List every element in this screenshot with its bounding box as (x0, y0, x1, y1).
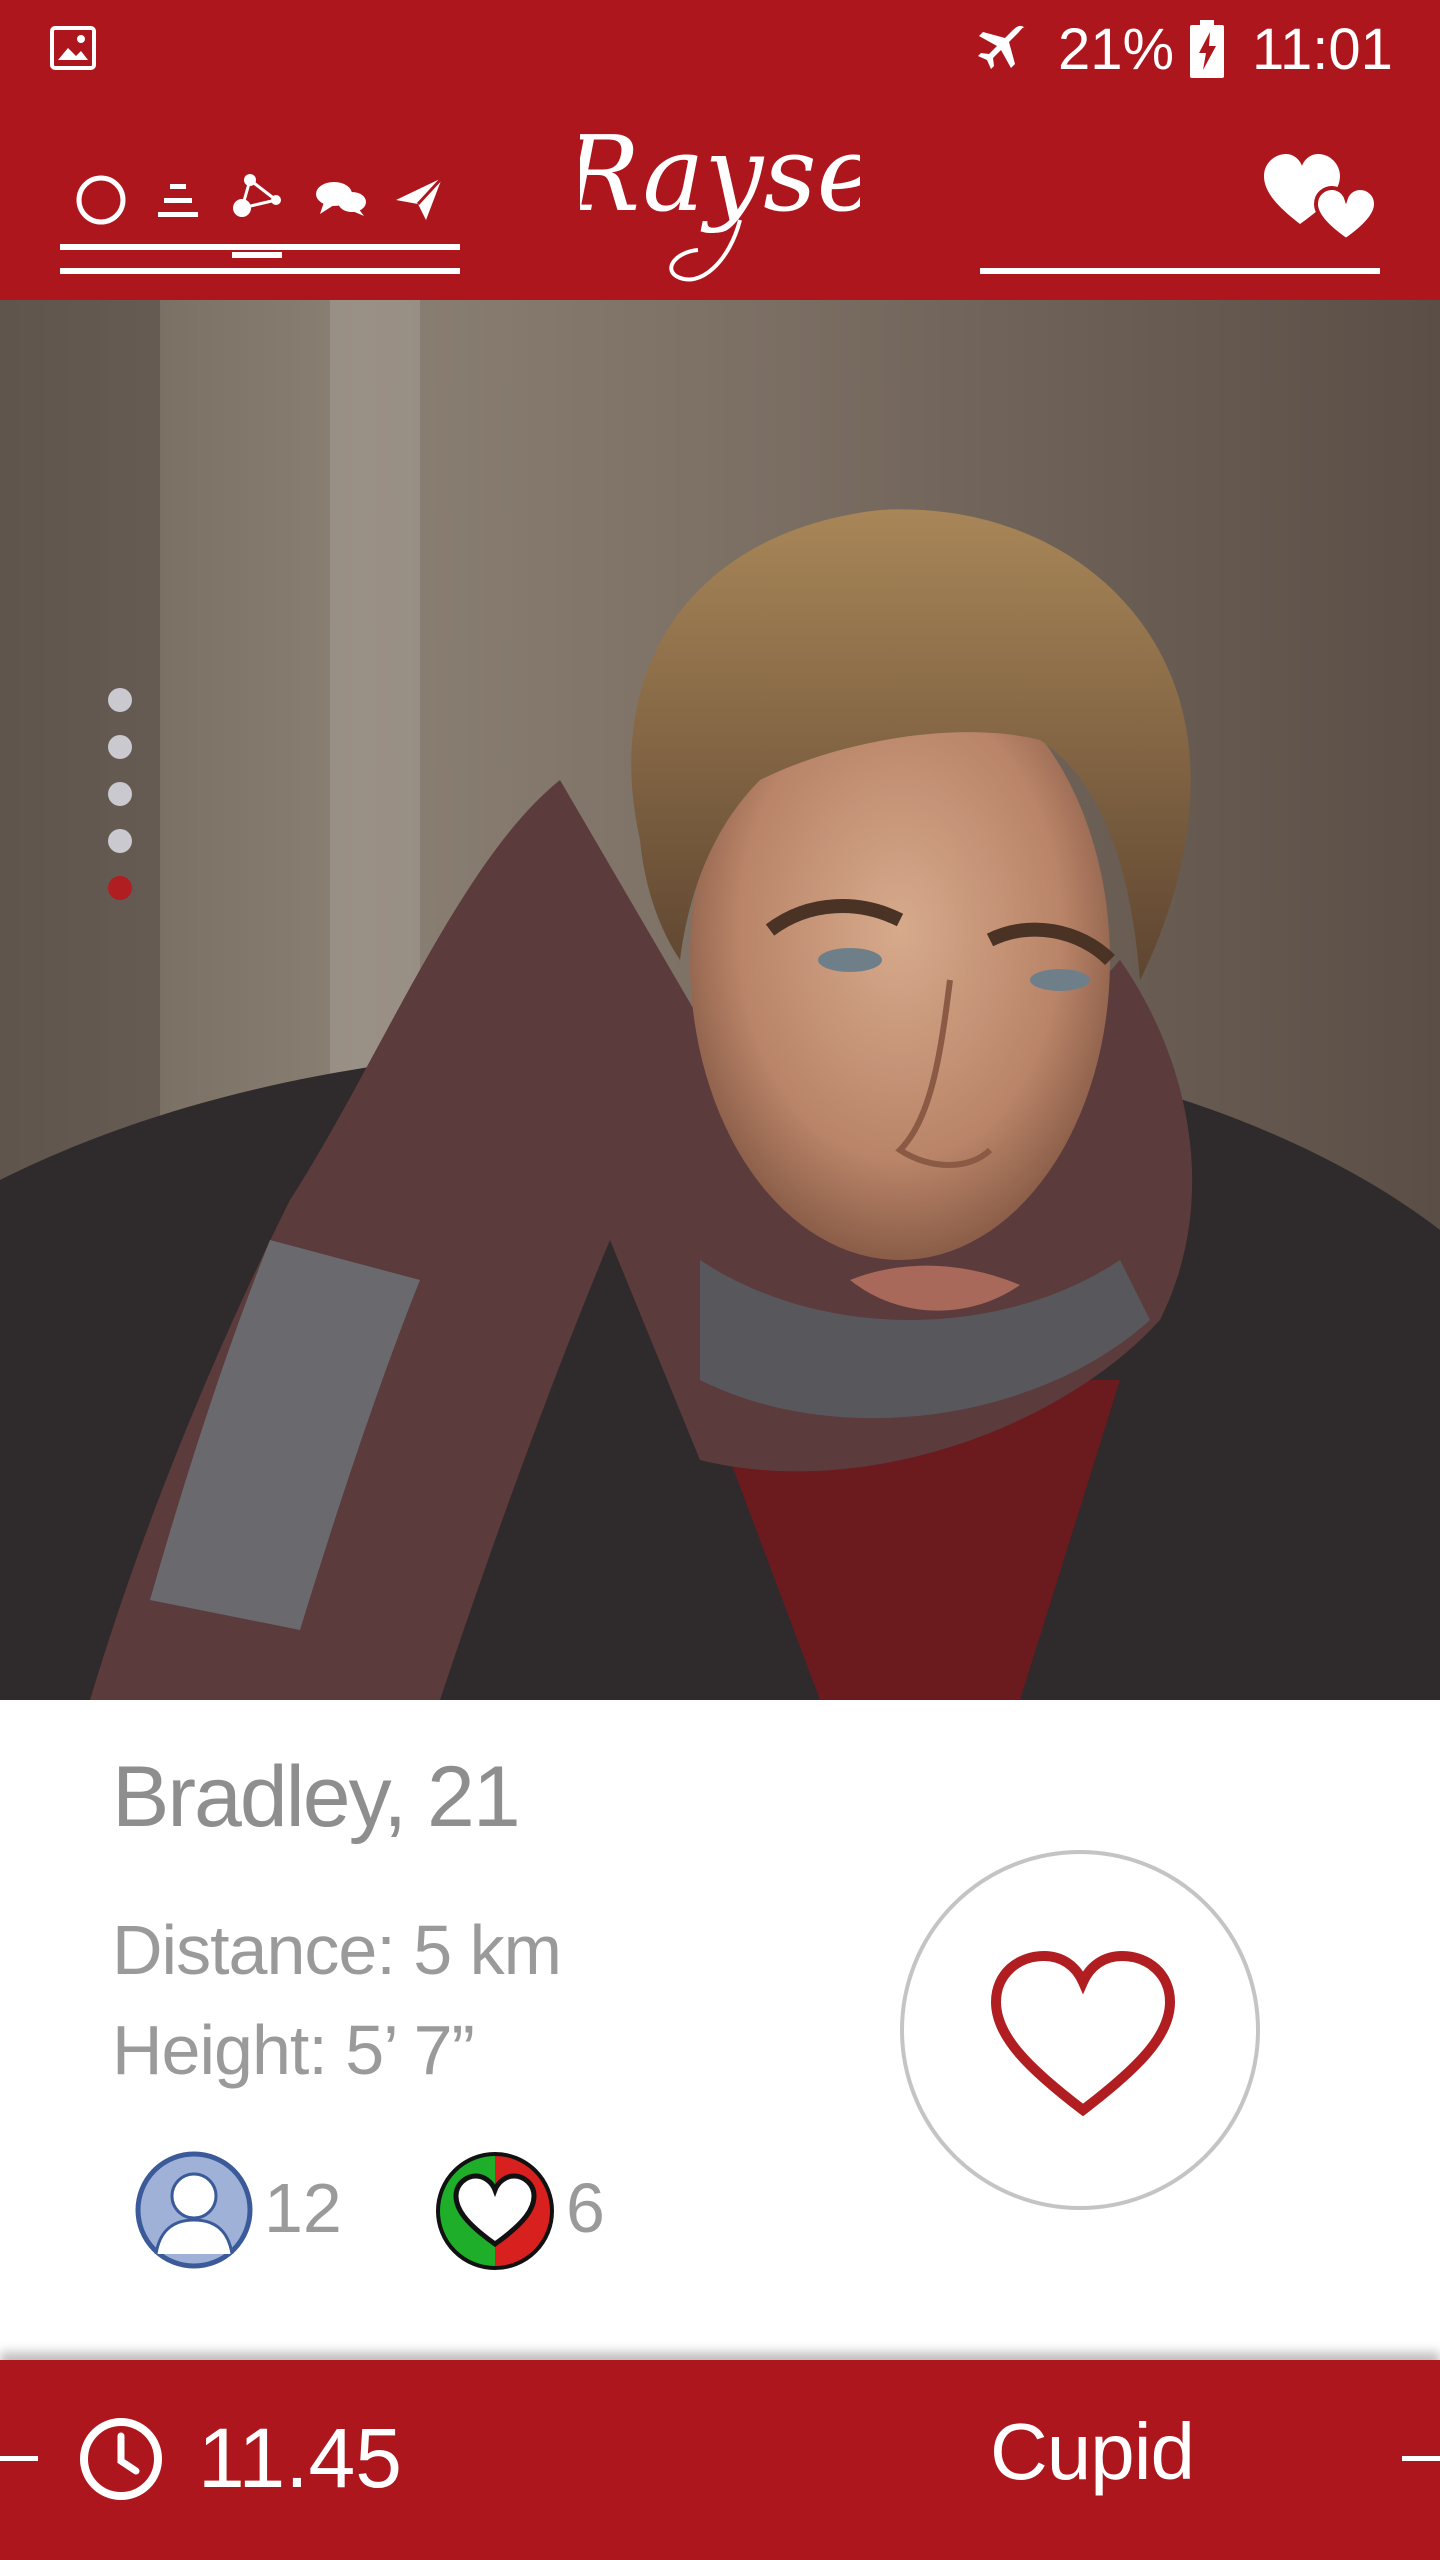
network-icon[interactable] (230, 170, 288, 228)
profile-distance: Distance: 5 km (112, 1911, 562, 1989)
profile-photo[interactable] (0, 300, 1440, 1700)
profile-name: Bradley, 21 (112, 1749, 521, 1845)
photo-dot[interactable] (108, 782, 132, 806)
photo-dot-active[interactable] (108, 876, 132, 900)
match-score-icon (436, 2152, 554, 2270)
app-header: 21% 11:01 ays (0, 0, 1440, 300)
mutual-friends-icon (135, 2151, 253, 2269)
status-bar: 21% 11:01 (0, 0, 1440, 100)
photo-dot[interactable] (108, 735, 132, 759)
battery-charging-icon (1190, 20, 1224, 78)
app-logo-text: Rayse (580, 113, 860, 235)
battery-percentage: 21% (1058, 17, 1175, 82)
airplane-mode-icon (978, 25, 1025, 69)
nav-underline (60, 268, 460, 274)
bottom-bar-left-dash (0, 2456, 38, 2461)
photo-dot[interactable] (108, 829, 132, 853)
header-right-underline (980, 268, 1380, 274)
match-score-count: 6 (566, 2169, 605, 2247)
profile-circle-icon[interactable] (72, 170, 130, 228)
profile-height: Height: 5’ 7” (112, 2011, 475, 2089)
top-nav (60, 160, 460, 280)
profile-photo-image (0, 300, 1440, 1700)
countdown-timer: 11.45 (198, 2411, 402, 2505)
photo-pagination (108, 688, 132, 908)
clock-icon (80, 2418, 162, 2500)
hearts-icon[interactable] (1264, 152, 1376, 242)
app-logo: Rayse (580, 113, 860, 282)
nav-divider (60, 244, 460, 250)
mutual-friends-count: 12 (264, 2169, 342, 2247)
gallery-icon (50, 26, 96, 70)
filters-icon[interactable] (152, 170, 210, 228)
send-icon[interactable] (390, 170, 448, 228)
cupid-button[interactable]: Cupid (990, 2406, 1195, 2498)
photo-dot[interactable] (108, 688, 132, 712)
heart-outline-icon (990, 1950, 1176, 2117)
like-button[interactable] (900, 1850, 1260, 2210)
active-tab-indicator (232, 252, 282, 258)
bottom-bar-right-dash (1402, 2456, 1440, 2461)
bottom-bar: 11.45 Cupid (0, 2360, 1440, 2560)
chat-icon[interactable] (312, 170, 370, 228)
status-time: 11:01 (1252, 17, 1393, 82)
